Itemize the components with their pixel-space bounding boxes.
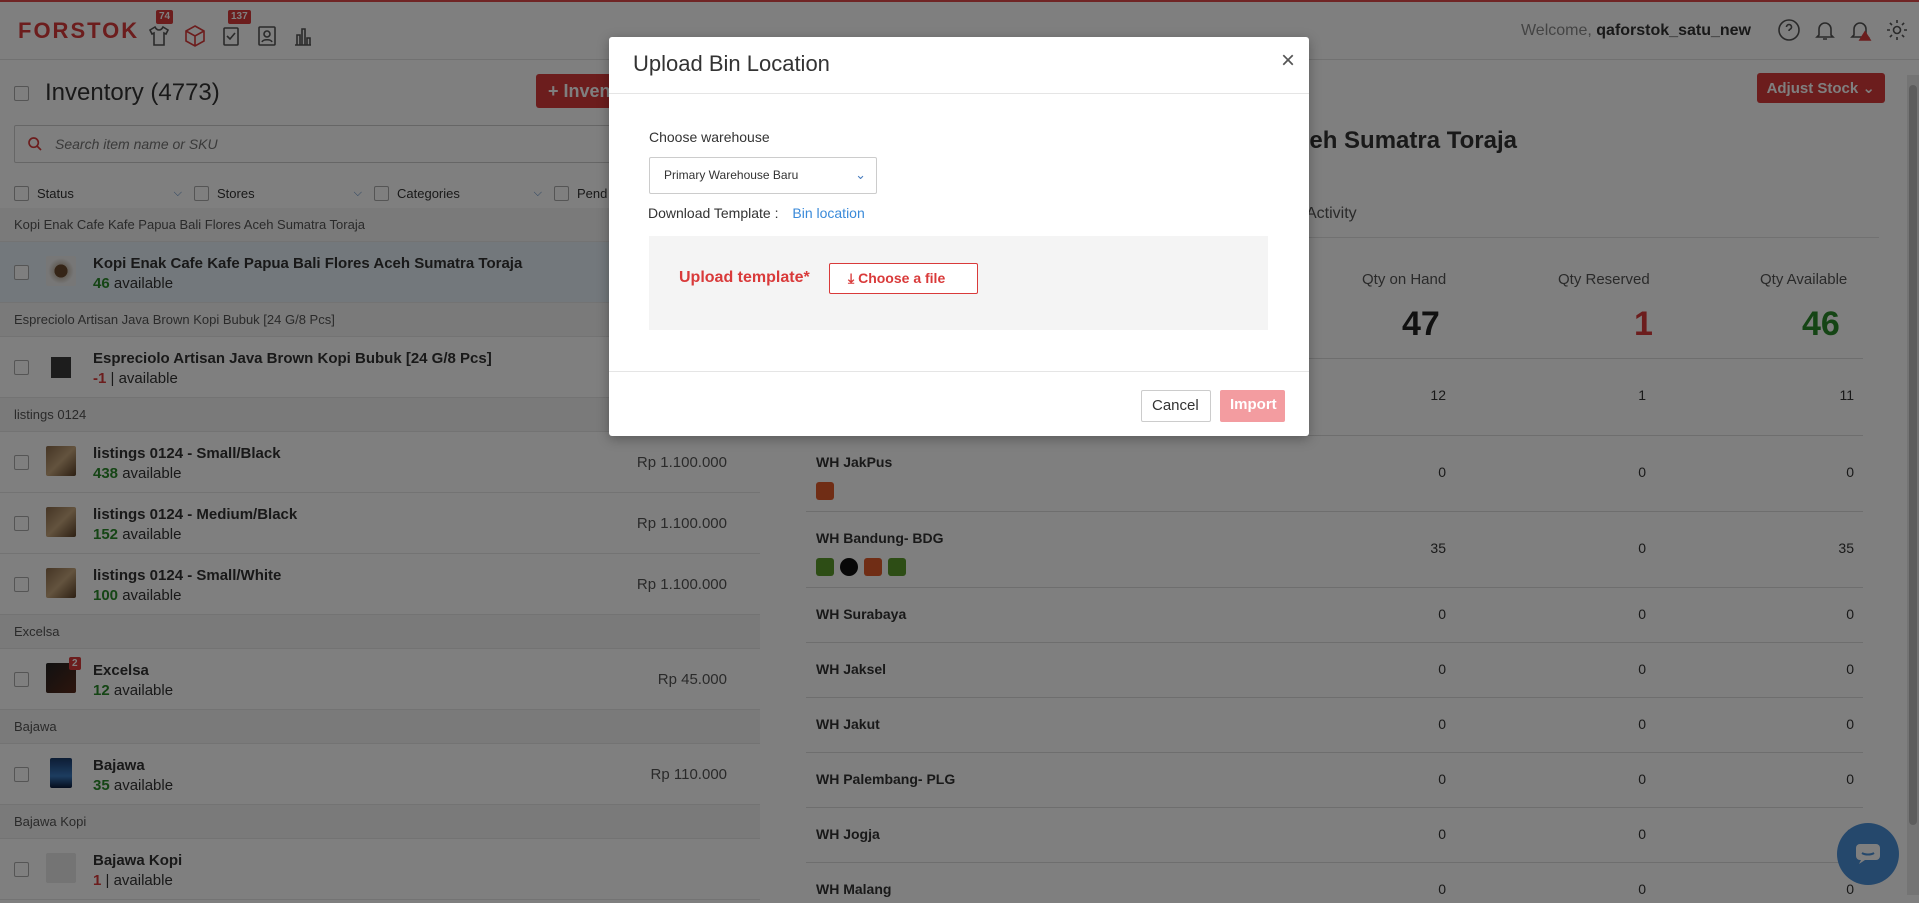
import-button[interactable]: Import (1220, 390, 1285, 422)
warehouse-select[interactable]: Primary Warehouse Baru ⌄ (649, 157, 877, 194)
upload-bin-location-modal: Upload Bin Location × Choose warehouse P… (609, 37, 1309, 436)
bin-location-template-link[interactable]: Bin location (792, 205, 864, 221)
choose-file-button[interactable]: ⤓ Choose a file (829, 263, 978, 294)
modal-title: Upload Bin Location (633, 51, 830, 76)
upload-icon: ⤓ (848, 270, 855, 286)
close-icon[interactable]: × (1281, 49, 1295, 73)
upload-template-label: Upload template* (679, 269, 810, 286)
upload-area: Upload template* ⤓ Choose a file (649, 236, 1268, 330)
chevron-down-icon: ⌄ (855, 167, 866, 182)
warehouse-label: Choose warehouse (649, 129, 770, 145)
download-template-row: Download Template : Bin location (648, 205, 865, 221)
modal-header: Upload Bin Location × (609, 37, 1309, 94)
cancel-button[interactable]: Cancel (1141, 390, 1211, 422)
